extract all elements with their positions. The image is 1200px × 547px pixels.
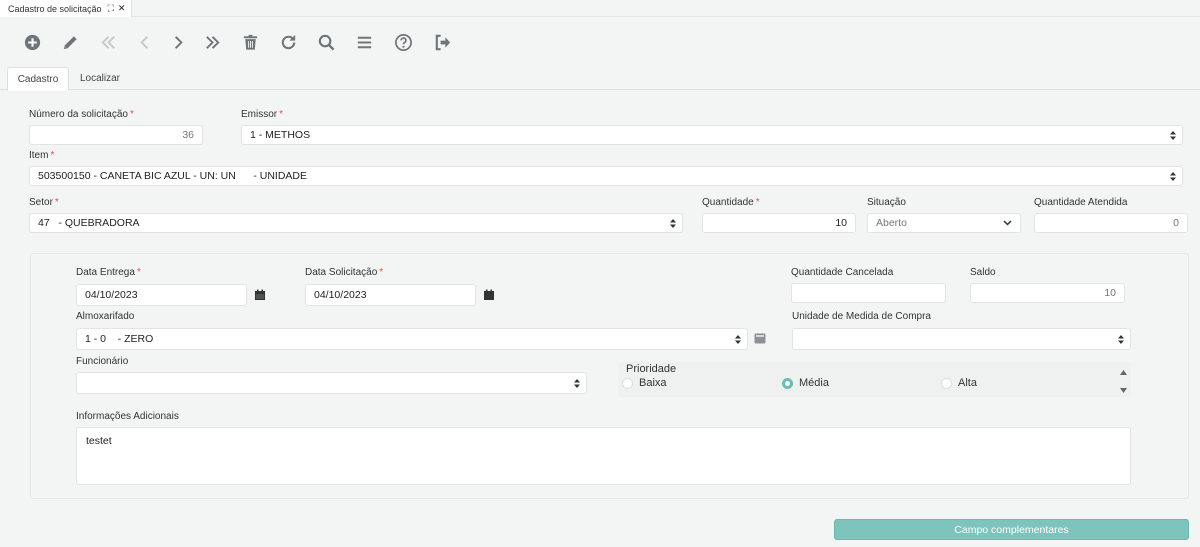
setor-label: Setor * xyxy=(29,197,59,208)
situacao-select[interactable]: Aberto xyxy=(867,213,1021,233)
prioridade-group xyxy=(618,362,1131,397)
chevron-left-icon xyxy=(139,35,148,49)
list-icon xyxy=(357,36,371,48)
add-button[interactable] xyxy=(20,30,44,54)
quantidade-cancelada-field xyxy=(791,283,946,303)
setor-select[interactable]: 47 - QUEBRADORA xyxy=(29,213,683,233)
situacao-label: Situação xyxy=(867,197,906,208)
almoxarifado-label: Almoxarifado xyxy=(76,311,135,322)
window-tab-title: Cadastro de solicitação xyxy=(8,3,102,14)
sign-out-icon xyxy=(435,34,450,50)
window-tab[interactable]: Cadastro de solicitação ⛶ ✕ xyxy=(0,0,133,17)
radio-alta[interactable] xyxy=(941,377,952,389)
calendar-button[interactable] xyxy=(247,284,273,306)
list-button[interactable] xyxy=(352,30,376,54)
prioridade-media[interactable]: Média xyxy=(782,377,829,389)
tab-localizar[interactable]: Localizar xyxy=(70,67,130,90)
refresh-button[interactable] xyxy=(276,30,300,54)
almoxarifado-lookup-button[interactable] xyxy=(754,333,766,344)
data-solicitacao-label: Data Solicitação * xyxy=(305,267,384,278)
info-label: Informações Adicionais xyxy=(76,411,179,422)
quantidade-cancelada-label: Quantidade Cancelada xyxy=(791,267,894,278)
scroll-arrows-icon xyxy=(1120,370,1127,393)
emissor-select[interactable]: 1 - METHOS xyxy=(241,125,1183,145)
calendar-button[interactable] xyxy=(476,284,502,306)
sort-arrows-icon xyxy=(670,219,676,228)
campo-complementares-button[interactable]: Campo complementares xyxy=(834,519,1189,540)
last-button[interactable] xyxy=(200,30,224,54)
double-chevron-right-icon xyxy=(205,35,220,49)
quantidade-atendida-field: 0 xyxy=(1034,213,1188,233)
quantidade-field[interactable]: 10 xyxy=(702,213,856,233)
quantidade-atendida-label: Quantidade Atendida xyxy=(1034,197,1128,208)
prioridade-alta[interactable]: Alta xyxy=(941,377,977,389)
sort-arrows-icon xyxy=(735,335,741,344)
refresh-icon xyxy=(281,34,295,49)
delete-button[interactable] xyxy=(238,30,262,54)
data-entrega-label: Data Entrega * xyxy=(76,267,141,278)
pencil-icon xyxy=(63,35,77,49)
close-icon[interactable]: ✕ xyxy=(118,3,126,14)
almoxarifado-select[interactable]: 1 - 0 - ZERO xyxy=(76,328,748,350)
saldo-label: Saldo xyxy=(970,267,996,278)
data-solicitacao-field[interactable]: 04/10/2023 xyxy=(305,284,476,306)
next-button[interactable] xyxy=(166,30,190,54)
unidade-medida-select[interactable] xyxy=(792,328,1131,350)
edit-button[interactable] xyxy=(58,30,82,54)
calendar-icon xyxy=(484,289,494,300)
sort-arrows-icon xyxy=(1170,172,1176,181)
help-button[interactable] xyxy=(391,30,415,54)
prioridade-baixa[interactable]: Baixa xyxy=(622,377,667,389)
double-chevron-left-icon xyxy=(100,35,115,49)
chevron-right-icon xyxy=(174,35,183,49)
exit-button[interactable] xyxy=(430,30,454,54)
prioridade-scroll[interactable] xyxy=(1119,369,1128,395)
info-textarea[interactable]: testet xyxy=(76,427,1131,485)
calendar-icon xyxy=(255,289,265,300)
emissor-label: Emissor * xyxy=(241,109,284,120)
window-tab-strip xyxy=(0,0,1200,17)
search-icon xyxy=(318,34,334,50)
radio-baixa[interactable] xyxy=(622,377,633,389)
quantidade-label: Quantidade * xyxy=(702,197,760,208)
data-entrega-field[interactable]: 04/10/2023 xyxy=(76,284,247,306)
numero-label: Número da solicitação * xyxy=(29,109,134,120)
item-select[interactable]: 503500150 - CANETA BIC AZUL - UN: UN - U… xyxy=(29,166,1183,186)
search-button[interactable] xyxy=(314,30,338,54)
unidade-medida-label: Unidade de Medida de Compra xyxy=(792,311,931,322)
calculator-icon xyxy=(754,333,766,344)
saldo-field: 10 xyxy=(970,283,1125,303)
help-circle-icon xyxy=(394,33,412,51)
tab-cadastro-label: Cadastro xyxy=(17,73,59,85)
item-label: Item * xyxy=(29,150,55,161)
tab-cadastro[interactable]: Cadastro xyxy=(7,67,69,91)
expand-icon[interactable]: ⛶ xyxy=(108,3,114,14)
funcionario-label: Funcionário xyxy=(76,356,129,367)
tab-localizar-label: Localizar xyxy=(79,73,121,84)
plus-circle-icon xyxy=(24,34,40,50)
funcionario-select[interactable] xyxy=(76,372,587,394)
form-tabs xyxy=(0,67,1200,90)
sort-arrows-icon xyxy=(1118,335,1124,344)
first-button[interactable] xyxy=(96,30,120,54)
sort-arrows-icon xyxy=(1170,131,1176,140)
trash-icon xyxy=(243,34,257,50)
prev-button[interactable] xyxy=(132,30,156,54)
chevron-down-icon xyxy=(1003,220,1012,226)
numero-field[interactable]: 36 xyxy=(29,125,203,145)
prioridade-label: Prioridade xyxy=(626,363,677,375)
sort-arrows-icon xyxy=(574,379,580,388)
radio-media[interactable] xyxy=(782,377,793,389)
